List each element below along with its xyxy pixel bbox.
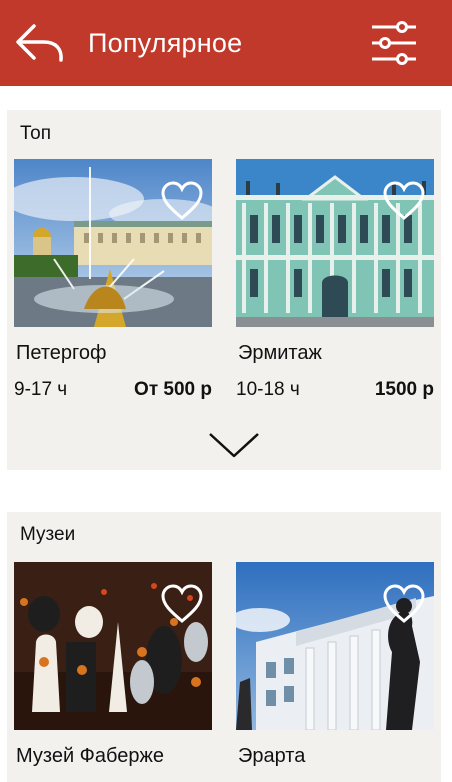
heart-outline-icon[interactable] — [160, 584, 204, 624]
app-bar: Популярное — [0, 0, 452, 86]
back-arrow-icon[interactable] — [14, 22, 66, 64]
card-hours: 9-17 ч — [14, 379, 68, 400]
card-title: Музей Фаберже — [16, 745, 164, 767]
card-title: Эрарта — [238, 745, 306, 767]
card-peterhof[interactable]: Петергоф 9-17 ч От 500 р — [14, 159, 212, 409]
filter-sliders-icon[interactable] — [369, 18, 419, 68]
section-heading: Музеи — [20, 524, 76, 545]
card-faberge-museum[interactable]: Музей Фаберже — [14, 562, 212, 782]
section-top: Топ Петергоф 9-17 ч От 500 р Эрмитаж 10-… — [7, 110, 441, 470]
card-title: Петергоф — [16, 342, 107, 364]
heart-outline-icon[interactable] — [382, 181, 426, 221]
chevron-down-icon[interactable] — [205, 428, 263, 462]
card-hours: 10-18 ч — [236, 379, 300, 400]
card-price: 1500 р — [374, 379, 434, 400]
section-museums: Музеи Музей Фаберже Эрарта — [7, 512, 441, 782]
card-hermitage[interactable]: Эрмитаж 10-18 ч 1500 р — [236, 159, 434, 409]
page-title: Популярное — [88, 28, 243, 58]
heart-outline-icon[interactable] — [160, 181, 204, 221]
card-price: От 500 р — [134, 379, 212, 400]
heart-outline-icon[interactable] — [382, 584, 426, 624]
section-heading: Топ — [20, 123, 51, 144]
content-area: Топ Петергоф 9-17 ч От 500 р Эрмитаж 10-… — [0, 86, 452, 782]
card-title: Эрмитаж — [238, 342, 322, 364]
card-erarta[interactable]: Эрарта — [236, 562, 434, 782]
